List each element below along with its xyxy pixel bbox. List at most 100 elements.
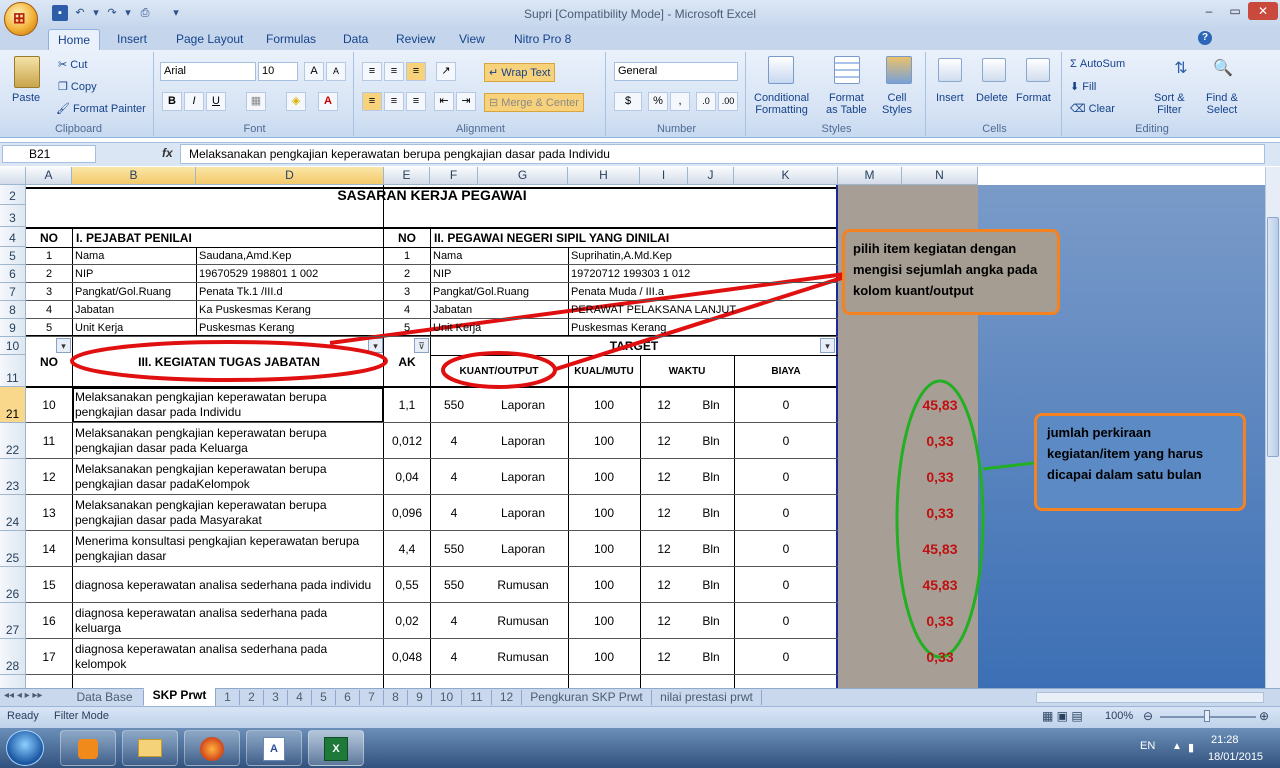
horizontal-scrollbar[interactable] [1036, 692, 1264, 703]
kegiatan-no[interactable]: 18 [26, 675, 72, 688]
zoom-level[interactable]: 100% [1105, 710, 1133, 722]
kual-mutu[interactable]: 100 [568, 675, 640, 688]
kual-mutu[interactable]: 100 [568, 387, 640, 423]
biaya-value[interactable]: 0 [734, 423, 838, 459]
kegiatan-no[interactable]: 11 [26, 423, 72, 459]
kuant-qty[interactable]: 550 [430, 531, 478, 567]
pns-no[interactable]: 2 [384, 265, 430, 283]
row-header[interactable]: 23 [0, 459, 26, 495]
kuant-qty[interactable]: 4 [430, 603, 478, 639]
sort-filter-icon[interactable]: ⇅ [1168, 58, 1194, 86]
number-format-select[interactable]: General [614, 62, 738, 81]
sheet-tab[interactable]: 10 [432, 690, 462, 705]
pns-value[interactable]: PERAWAT PELAKSANA LANJUT [571, 301, 835, 319]
ak-value[interactable]: 4,4 [384, 531, 430, 567]
scroll-thumb[interactable] [1267, 217, 1279, 457]
align-middle-icon[interactable]: ≡ [384, 62, 404, 81]
kuant-qty[interactable]: 4 [430, 675, 478, 688]
biaya-value[interactable]: 0 [734, 603, 838, 639]
tab-data[interactable]: Data [343, 32, 368, 46]
kegiatan-no[interactable]: 16 [26, 603, 72, 639]
monthly-estimate[interactable] [902, 675, 978, 688]
waktu-value[interactable]: 12 [640, 495, 688, 531]
sheet-tab[interactable]: 2 [240, 690, 264, 705]
sheet-tab[interactable]: 5 [312, 690, 336, 705]
kual-mutu[interactable]: 100 [568, 495, 640, 531]
kual-mutu[interactable]: 100 [568, 567, 640, 603]
tab-home[interactable]: Home [48, 29, 100, 51]
waktu-value[interactable]: 12 [640, 603, 688, 639]
row-header[interactable]: 22 [0, 423, 26, 459]
waktu-unit[interactable]: Bln [688, 495, 734, 531]
waktu-value[interactable]: 12 [640, 675, 688, 688]
fx-icon[interactable]: fx [162, 146, 173, 160]
align-left-icon[interactable]: ≡ [362, 92, 382, 111]
pejabat-no[interactable]: 4 [26, 301, 72, 319]
accounting-format-icon[interactable]: $ [614, 92, 642, 111]
delete-cells-icon[interactable] [982, 58, 1006, 82]
sheet-tab[interactable]: nilai prestasi prwt [652, 690, 762, 705]
pejabat-label[interactable]: Nama [75, 247, 195, 265]
orientation-icon[interactable]: ↗ [436, 62, 456, 81]
conditional-formatting-button[interactable]: Conditional Formatting [754, 92, 809, 116]
language-indicator[interactable]: EN [1140, 740, 1155, 752]
pns-label[interactable]: Nama [433, 247, 567, 265]
biaya-value[interactable]: 0 [734, 639, 838, 675]
tab-page-layout[interactable]: Page Layout [176, 32, 243, 46]
office-button[interactable]: ⊞ [4, 2, 38, 36]
ak-value[interactable]: 0,55 [384, 567, 430, 603]
taskbar-firefox[interactable] [184, 730, 240, 766]
shrink-font-icon[interactable]: A [326, 62, 346, 81]
kuant-qty[interactable]: 4 [430, 495, 478, 531]
format-cells-button[interactable]: Format [1016, 92, 1051, 104]
tab-formulas[interactable]: Formulas [266, 32, 316, 46]
row-header[interactable]: 26 [0, 567, 26, 603]
waktu-unit[interactable]: Bln [688, 675, 734, 688]
pejabat-value[interactable]: Saudana,Amd.Kep [199, 247, 383, 265]
monthly-estimate[interactable]: 45,83 [902, 387, 978, 423]
worksheet-grid[interactable]: A B D E F G H I J K M N 2 3 4 5 6 7 8 9 … [0, 167, 1265, 688]
find-select-icon[interactable]: 🔍 [1210, 58, 1236, 86]
kual-mutu[interactable]: 100 [568, 639, 640, 675]
wrap-text-button[interactable]: ↵ Wrap Text [484, 63, 556, 82]
waktu-value[interactable]: 12 [640, 639, 688, 675]
sheet-tab-active[interactable]: SKP Prwt [144, 688, 216, 706]
format-cells-icon[interactable] [1026, 58, 1050, 82]
grow-font-icon[interactable]: A [304, 62, 324, 81]
tray-arrow-icon[interactable]: ▲ [1172, 741, 1182, 752]
row-header[interactable]: 28 [0, 639, 26, 675]
pejabat-no[interactable]: 1 [26, 247, 72, 265]
cut-button[interactable]: ✂ Cut [58, 58, 87, 71]
fill-color-icon[interactable]: ◈ [286, 92, 306, 111]
underline-icon[interactable]: U [206, 92, 226, 111]
font-color-icon[interactable]: A [318, 92, 338, 111]
taskbar-reader[interactable]: A [246, 730, 302, 766]
conditional-formatting-icon[interactable] [768, 56, 794, 84]
ak-value[interactable]: 0,02 [384, 603, 430, 639]
kegiatan-text[interactable]: diagnosa keperawatan analisa sederhana p… [75, 567, 375, 603]
pns-value[interactable]: 19720712 199303 1 012 [571, 265, 835, 283]
kuant-output[interactable]: Rumusan [478, 639, 568, 675]
pejabat-no[interactable]: 2 [26, 265, 72, 283]
pns-value[interactable]: Puskesmas Kerang [571, 319, 835, 337]
comma-style-icon[interactable]: , [670, 92, 690, 111]
kegiatan-no[interactable]: 10 [26, 387, 72, 423]
increase-decimal-icon[interactable]: .0 [696, 92, 716, 111]
start-button[interactable] [6, 730, 44, 766]
kegiatan-text[interactable]: Melaksanakan pengkajian keperawatan beru… [75, 387, 375, 423]
kuant-output[interactable]: Laporan [478, 423, 568, 459]
biaya-value[interactable]: 0 [734, 387, 838, 423]
vertical-scrollbar[interactable] [1265, 167, 1280, 688]
waktu-value[interactable]: 12 [640, 423, 688, 459]
kuant-qty[interactable]: 4 [430, 459, 478, 495]
pejabat-value[interactable]: Puskesmas Kerang [199, 319, 383, 337]
pns-no[interactable]: 5 [384, 319, 430, 337]
page-view-icons[interactable]: ▦ ▣ ▤ [1042, 709, 1083, 723]
row-header[interactable]: 21 [0, 387, 26, 423]
sheet-tab[interactable]: 1 [216, 690, 240, 705]
waktu-unit[interactable]: Bln [688, 459, 734, 495]
taskbar-media-player[interactable] [60, 730, 116, 766]
name-box[interactable]: B21 [2, 145, 96, 163]
pejabat-label[interactable]: NIP [75, 265, 195, 283]
kual-mutu[interactable]: 100 [568, 459, 640, 495]
